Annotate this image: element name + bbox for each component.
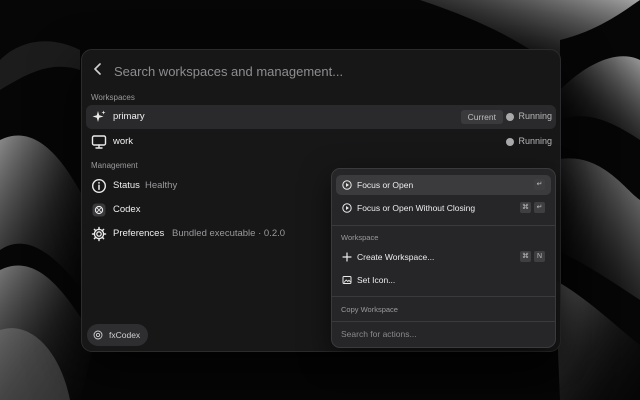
action-label: Set Icon... (357, 275, 396, 285)
workspaces-header: Workspaces (91, 93, 135, 102)
status-text: Running (518, 111, 552, 121)
actions-popover: Focus or Open ↵ Focus or Open Without Cl… (331, 168, 556, 348)
copy-workspace-section-header: Copy Workspace (341, 305, 398, 314)
command-key: ⌘ (520, 251, 531, 262)
return-key: ↵ (534, 202, 545, 213)
management-label: Status (113, 180, 140, 191)
status-dot (506, 138, 514, 146)
action-focus-or-open[interactable]: Focus or Open ↵ (336, 175, 551, 195)
n-key: N (534, 251, 545, 262)
search-bar (82, 50, 560, 88)
codex-icon (93, 330, 103, 340)
management-label: Codex (113, 204, 141, 215)
workspace-section-header: Workspace (341, 233, 379, 242)
chevron-left-icon[interactable] (92, 63, 104, 75)
search-input[interactable] (112, 60, 536, 82)
management-header: Management (91, 161, 138, 170)
app-pill[interactable]: fxCodex (87, 324, 148, 346)
plus-icon (342, 252, 352, 262)
image-icon (342, 276, 352, 284)
codex-icon (92, 203, 106, 217)
monitor-icon (91, 135, 107, 149)
workspace-label: work (113, 136, 134, 147)
play-circle-icon (342, 203, 352, 213)
management-label: Preferences (113, 228, 165, 239)
divider (332, 225, 555, 226)
management-detail: Healthy (145, 180, 178, 191)
actions-search-input[interactable] (341, 327, 541, 341)
play-circle-icon (342, 180, 352, 190)
workspace-item-primary[interactable]: primary Current Running (86, 105, 556, 129)
action-create-workspace[interactable]: Create Workspace... ⌘ N (336, 247, 551, 267)
workspace-label: primary (113, 111, 145, 122)
app-name: fxCodex (109, 330, 141, 340)
action-focus-or-open-without-closing[interactable]: Focus or Open Without Closing ⌘ ↵ (336, 198, 551, 218)
current-badge: Current (460, 110, 503, 124)
divider (332, 321, 555, 322)
status-text: Running (518, 136, 552, 146)
gear-icon (91, 226, 107, 242)
return-key: ↵ (534, 179, 545, 190)
divider (332, 296, 555, 297)
info-icon (91, 178, 107, 194)
sparkle-icon (92, 110, 106, 122)
command-key: ⌘ (520, 202, 531, 213)
action-label: Focus or Open (357, 180, 414, 190)
action-label: Focus or Open Without Closing (357, 203, 476, 213)
management-detail: Bundled executable · 0.2.0 (172, 228, 286, 239)
workspace-item-work[interactable]: work Running (86, 130, 556, 154)
action-set-icon[interactable]: Set Icon... (336, 270, 551, 290)
status-dot (506, 113, 514, 121)
action-label: Create Workspace... (357, 252, 435, 262)
